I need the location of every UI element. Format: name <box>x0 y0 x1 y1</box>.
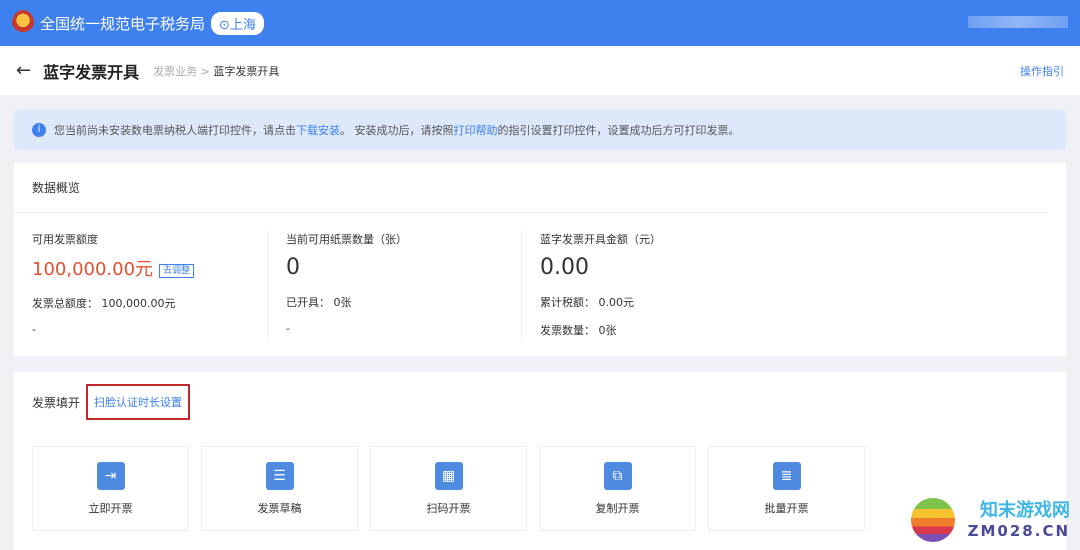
total-tax: 累计税额： 0.00元 <box>540 296 634 309</box>
qr-code-icon: ▦ <box>434 461 463 490</box>
info-icon: i <box>32 123 46 137</box>
breadcrumb: 发票业务 > 蓝字发票开具 <box>153 63 279 79</box>
issued-amount: 0.00 <box>540 255 589 280</box>
tile-label: 发票草稿 <box>257 501 302 515</box>
stat-label: 可用发票额度 <box>32 233 98 246</box>
tile-issue-now[interactable]: ⇥ 立即开票 <box>32 446 189 531</box>
watermark-url: ZM028.CN <box>967 522 1070 540</box>
issued-count: 已开具： 0张 <box>286 296 352 309</box>
stat-extra: - <box>32 323 36 336</box>
tax-logo-icon <box>12 10 34 36</box>
total-quota: 发票总额度： 100,000.00元 <box>32 297 176 310</box>
available-quota: 100,000.00元 <box>32 259 154 280</box>
face-auth-setting-link[interactable]: 扫脸认证时长设置 <box>86 384 191 420</box>
draft-icon: ☰ <box>265 461 294 490</box>
breadcrumb-parent[interactable]: 发票业务 <box>153 65 197 78</box>
overview-title: 数据概览 <box>14 163 1048 213</box>
tile-copy[interactable]: ⧉ 复制开票 <box>539 446 696 531</box>
notice-text: 您当前尚未安装数电票纳税人端打印控件，请点击 <box>54 124 296 137</box>
tile-batch[interactable]: ≣ 批量开票 <box>708 446 865 531</box>
print-help-link[interactable]: 打印帮助 <box>454 122 498 138</box>
overview-card: 数据概览 可用发票额度 100,000.00元 去调整 发票总额度： 100,00… <box>14 163 1066 356</box>
tile-label: 立即开票 <box>88 501 133 515</box>
fill-card: 发票填开 扫脸认证时长设置 ⇥ 立即开票 ☰ 发票草稿 ▦ 扫码开票 ⧉ 复制开票 ≣ 批… <box>14 372 1066 550</box>
tile-scan[interactable]: ▦ 扫码开票 <box>370 446 527 531</box>
watermark: 知末游戏网 ZM028.CN <box>968 496 1070 540</box>
stat-label: 蓝字发票开具金额（元） <box>540 233 661 246</box>
guide-link[interactable]: 操作指引 <box>1020 63 1064 79</box>
tile-label: 扫码开票 <box>426 501 471 515</box>
brand-title: 全国统一规范电子税务局 <box>40 14 206 33</box>
stat-label: 当前可用纸票数量（张） <box>286 233 407 246</box>
fill-title: 发票填开 <box>32 395 81 410</box>
stat-extra: - <box>286 322 290 335</box>
user-info[interactable] <box>968 16 1068 28</box>
paper-column: 当前可用纸票数量（张） 0 已开具： 0张 - <box>268 231 522 341</box>
breadcrumb-current: 蓝字发票开具 <box>213 64 280 78</box>
watermark-text: 知末游戏网 <box>980 500 1070 521</box>
download-link[interactable]: 下载安装 <box>296 122 340 138</box>
invoice-count: 发票数量： 0张 <box>540 324 617 337</box>
ticket-arrow-icon: ⇥ <box>96 461 125 490</box>
amount-column: 蓝字发票开具金额（元） 0.00 累计税额： 0.00元 发票数量： 0张 <box>522 231 776 341</box>
adjust-button[interactable]: 去调整 <box>159 263 195 278</box>
title-bar: ← 蓝字发票开具 发票业务 > 蓝字发票开具 操作指引 <box>0 46 1080 95</box>
print-notice: i 您当前尚未安装数电票纳税人端打印控件，请点击 下载安装。 安装成功后，请按照打… <box>14 110 1066 150</box>
location-selector[interactable]: ⊙上海 <box>211 11 264 35</box>
paper-count: 0 <box>286 255 300 280</box>
location-label: 上海 <box>229 17 256 33</box>
tile-drafts[interactable]: ☰ 发票草稿 <box>201 446 358 531</box>
notice-text: 。 安装成功后，请按照 <box>340 124 454 137</box>
back-arrow-icon[interactable]: ← <box>16 60 31 81</box>
quota-column: 可用发票额度 100,000.00元 去调整 发票总额度： 100,000.00元… <box>14 231 268 341</box>
notice-text: 的指引设置打印控件，设置成功后方可打印发票。 <box>497 124 740 137</box>
copy-ticket-icon: ⧉ <box>603 461 632 490</box>
breadcrumb-separator: > <box>200 64 210 78</box>
location-pin-icon: ⊙ <box>219 17 230 33</box>
batch-icon: ≣ <box>772 461 801 490</box>
page-title: 蓝字发票开具 <box>43 62 140 82</box>
watermark-logo-icon <box>911 498 955 542</box>
tile-label: 批量开票 <box>764 501 809 515</box>
tile-label: 复制开票 <box>595 501 640 515</box>
top-header: 全国统一规范电子税务局 ⊙上海 <box>0 0 1080 46</box>
